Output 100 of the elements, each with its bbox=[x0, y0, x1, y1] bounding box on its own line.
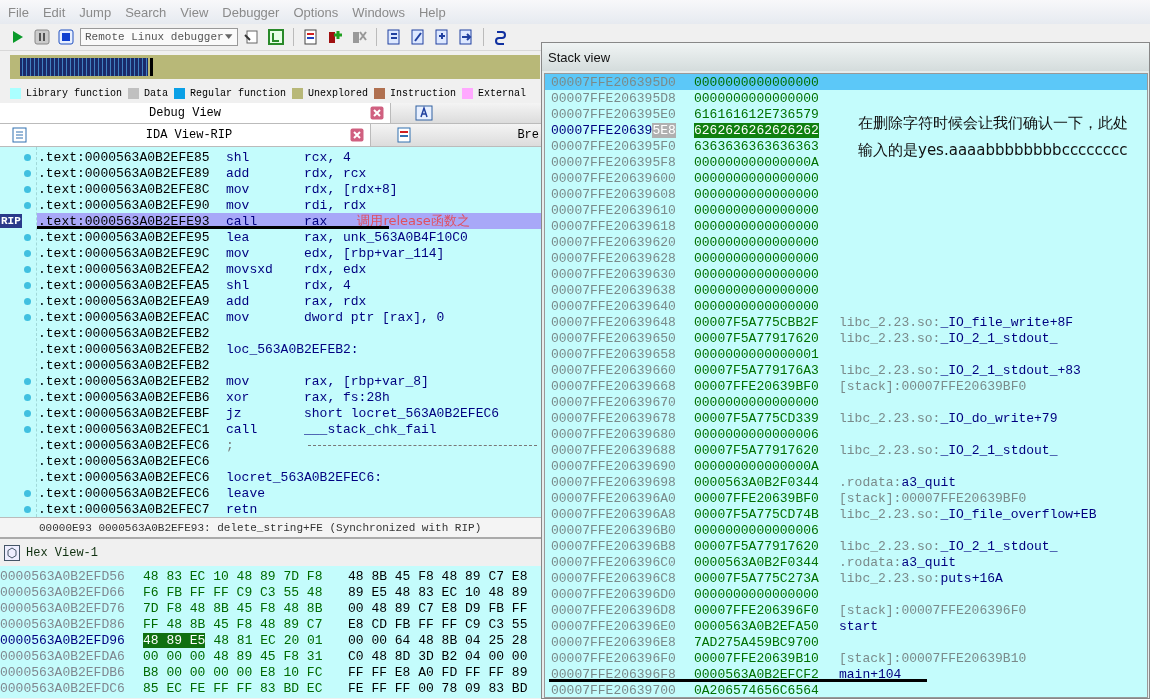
stack-row[interactable]: 00007FFE206396A0 00007FFE20639BF0 [stack]:00007FFE20639BF0 bbox=[545, 490, 1027, 506]
code-line[interactable]: .text:0000563A0B2EFEB2 bbox=[37, 357, 541, 373]
hex-address: 0000563A0B2EFD56 bbox=[0, 568, 126, 584]
stack-row[interactable]: 00007FFE206396E8 7AD275A459BC9700 bbox=[545, 634, 839, 650]
close-icon[interactable] bbox=[370, 106, 384, 120]
hex-address: 0000563A0B2EFD86 bbox=[0, 616, 126, 632]
stack-address: 00007FFE206396C8 bbox=[551, 570, 676, 586]
segment-label: libc_2.23.so: bbox=[839, 362, 941, 378]
stack-row[interactable]: 00007FFE20639618 0000000000000000 bbox=[545, 218, 839, 234]
stack-row[interactable]: 00007FFE206396F0 00007FFE20639B10 [stack]:00007FFE20639B10 bbox=[545, 650, 1027, 666]
stack-row[interactable]: 00007FFE20639630 0000000000000000 bbox=[545, 266, 839, 282]
breakpoints-tab[interactable]: Bre bbox=[517, 128, 539, 142]
stack-address: 00007FFE20639608 bbox=[551, 186, 676, 202]
code-line[interactable]: .text:0000563A0B2EFEA2 movsxd rdx, edx bbox=[37, 261, 541, 277]
code-line[interactable]: .text:0000563A0B2EFEC6 leave bbox=[37, 485, 541, 501]
stack-value: 00007F5A77917620 bbox=[694, 442, 819, 458]
code-line[interactable]: .text:0000563A0B2EFEC6 locret_563A0B2EFEC6: bbox=[37, 469, 541, 485]
stack-row[interactable]: 00007FFE20639658 0000000000000001 bbox=[545, 346, 839, 362]
stack-row[interactable]: 00007FFE20639650 00007F5A77917620 libc_2.23.so:_IO_2_1_stdout_ bbox=[545, 330, 1058, 346]
legend-label: Unexplored bbox=[308, 87, 369, 99]
stack-address: 00007FFE206396D8 bbox=[551, 602, 676, 618]
stack-address: 00007FFE206396F0 bbox=[551, 650, 676, 666]
stack-value: 0000000000000000 bbox=[694, 394, 819, 410]
stack-value: 0000000000000006 bbox=[694, 426, 819, 442]
list-icon[interactable] bbox=[395, 127, 413, 143]
stack-row[interactable]: 00007FFE20639678 00007F5A775CD339 libc_2.23.so:_IO_do_write+79 bbox=[545, 410, 1058, 426]
code-line[interactable]: .text:0000563A0B2EFEAC mov dword ptr [rax], 0 bbox=[37, 309, 541, 325]
debug-view-tab[interactable]: Debug View bbox=[0, 103, 391, 123]
stack-value: 0000563A0B2F0344 bbox=[694, 554, 819, 570]
stack-row[interactable]: 00007FFE20639700 0A206574656C6564 bbox=[545, 682, 839, 697]
stack-row[interactable]: 00007FFE20639680 0000000000000006 bbox=[545, 426, 839, 442]
stack-row[interactable]: 00007FFE206396B0 0000000000000006 bbox=[545, 522, 839, 538]
stack-row[interactable]: 00007FFE20639648 00007F5A775CBB2F libc_2.23.so:_IO_file_write+8F bbox=[545, 314, 1074, 330]
code-line[interactable]: .text:0000563A0B2EFEC1 call ___stack_chk_fail bbox=[37, 421, 541, 437]
symbol-name: main+104 bbox=[839, 666, 902, 682]
stack-value: 00007FFE206396F0 bbox=[694, 602, 819, 618]
stack-row[interactable]: 00007FFE206396C8 00007F5A775C273A libc_2.23.so:puts+16A bbox=[545, 570, 1003, 586]
rip-marker: RIP bbox=[0, 214, 22, 228]
stop-button[interactable] bbox=[56, 27, 76, 47]
code-line[interactable]: .text:0000563A0B2EFE89 add rdx, rcx bbox=[37, 165, 541, 181]
stack-row[interactable]: 00007FFE20639660 00007F5A779176A3 libc_2.23.so:_IO_2_1_stdout_+83 bbox=[545, 362, 1081, 378]
stack-row[interactable]: 00007FFE20639610 0000000000000000 bbox=[545, 202, 839, 218]
code-line[interactable]: .text:0000563A0B2EFEB2 loc_563A0B2EFEB2: bbox=[37, 341, 541, 357]
segment-label: .rodata: bbox=[839, 554, 902, 570]
stack-row[interactable]: 00007FFE20639668 00007FFE20639BF0 [stack]:00007FFE20639BF0 bbox=[545, 378, 1027, 394]
code-line[interactable]: .text:0000563A0B2EFE8C mov rdx, [rdx+8] bbox=[37, 181, 541, 197]
stack-row[interactable]: 00007FFE206396B8 00007F5A77917620 libc_2.23.so:_IO_2_1_stdout_ bbox=[545, 538, 1058, 554]
stack-value: 0000000000000000 bbox=[694, 250, 819, 266]
legend-label: External bbox=[478, 87, 527, 99]
debugger-select[interactable]: Remote Linux debugger bbox=[80, 28, 238, 46]
stack-row[interactable]: 00007FFE20639600 0000000000000000 bbox=[545, 170, 839, 186]
stack-value: 0000000000000006 bbox=[694, 522, 819, 538]
code-line[interactable]: .text:0000563A0B2EFE85 shl rcx, 4 bbox=[37, 149, 541, 165]
stack-row[interactable]: 00007FFE206396A8 00007F5A775CD74B libc_2.23.so:_IO_file_overflow+EB bbox=[545, 506, 1097, 522]
code-line[interactable]: .text:0000563A0B2EFEBF jz short locret_563A0B2EFEC6 bbox=[37, 405, 541, 421]
stack-value: 00007FFE20639B10 bbox=[694, 650, 819, 666]
stack-row[interactable]: 00007FFE20639620 0000000000000000 bbox=[545, 234, 839, 250]
code-line[interactable]: .text:0000563A0B2EFE95 lea rax, unk_563A0B4F10C0 bbox=[37, 229, 541, 245]
stack-address: 00007FFE20639630 bbox=[551, 266, 676, 282]
stack-row[interactable]: 00007FFE20639670 0000000000000000 bbox=[545, 394, 839, 410]
code-line[interactable]: .text:0000563A0B2EFEA5 shl rdx, 4 bbox=[37, 277, 541, 293]
code-line[interactable]: .text:0000563A0B2EFE9C mov edx, [rbp+var_114] bbox=[37, 245, 541, 261]
code-line[interactable]: .text:0000563A0B2EFEC6 bbox=[37, 453, 541, 469]
stack-row[interactable]: 00007FFE206395F0 6363636363636363 bbox=[545, 138, 839, 154]
hex-view-title[interactable]: Hex View-1 bbox=[26, 545, 98, 560]
navigation-band[interactable] bbox=[10, 55, 540, 79]
stack-value: 00007F5A775CBB2F bbox=[694, 314, 819, 330]
code-line[interactable]: .text:0000563A0B2EFEC6 ; bbox=[37, 437, 541, 453]
stack-row[interactable]: 00007FFE206396C0 0000563A0B2F0344 .rodata:a3_quit bbox=[545, 554, 957, 570]
stack-value: 0000000000000000 bbox=[694, 586, 819, 602]
pause-button[interactable] bbox=[32, 27, 52, 47]
stack-row[interactable]: 00007FFE20639628 0000000000000000 bbox=[545, 250, 839, 266]
letter-icon[interactable] bbox=[415, 105, 433, 121]
stack-row[interactable]: 00007FFE206396D0 0000000000000000 bbox=[545, 586, 839, 602]
stack-row[interactable]: 00007FFE20639698 0000563A0B2F0344 .rodata:a3_quit bbox=[545, 474, 957, 490]
code-line[interactable]: .text:0000563A0B2EFEC7 retn bbox=[37, 501, 541, 517]
stack-row[interactable]: 00007FFE206395D8 0000000000000000 bbox=[545, 90, 839, 106]
segment-label: libc_2.23.so: bbox=[839, 442, 941, 458]
code-line[interactable]: .text:0000563A0B2EFEB6 xor rax, fs:28h bbox=[37, 389, 541, 405]
legend-label: Library function bbox=[26, 87, 122, 99]
stack-row[interactable]: 00007FFE20639688 00007F5A77917620 libc_2.23.so:_IO_2_1_stdout_ bbox=[545, 442, 1058, 458]
stack-row[interactable]: 00007FFE206395F8 000000000000000A bbox=[545, 154, 839, 170]
stack-address: 00007FFE20639620 bbox=[551, 234, 676, 250]
stack-row[interactable]: 00007FFE206396E0 0000563A0B2EFA50 start bbox=[545, 618, 878, 634]
stack-row[interactable]: 00007FFE20639690 000000000000000A bbox=[545, 458, 839, 474]
close-icon[interactable] bbox=[350, 128, 364, 142]
code-line[interactable]: .text:0000563A0B2EFEA9 add rax, rdx bbox=[37, 293, 541, 309]
stack-row[interactable]: 00007FFE20639608 0000000000000000 bbox=[545, 186, 839, 202]
stack-row[interactable]: 00007FFE206395E0 616161612E736579 bbox=[545, 106, 839, 122]
stack-row[interactable]: 00007FFE206395E8 6262626262626262 bbox=[545, 122, 839, 138]
stack-address: 00007FFE206396E0 bbox=[551, 618, 676, 634]
stack-value: 00007F5A775C273A bbox=[694, 570, 819, 586]
code-line[interactable]: .text:0000563A0B2EFEB2 bbox=[37, 325, 541, 341]
stack-row[interactable]: 00007FFE20639638 0000000000000000 bbox=[545, 282, 839, 298]
ida-view-tab[interactable]: IDA View-RIP bbox=[0, 124, 371, 146]
code-line[interactable]: .text:0000563A0B2EFE90 mov rdi, rdx bbox=[37, 197, 541, 213]
code-line[interactable]: .text:0000563A0B2EFEB2 mov rax, [rbp+var_8] bbox=[37, 373, 541, 389]
stack-row[interactable]: 00007FFE206396D8 00007FFE206396F0 [stack]:00007FFE206396F0 bbox=[545, 602, 1027, 618]
stack-row[interactable]: 00007FFE206396F8 0000563A0B2EFCF2 main+104 bbox=[545, 666, 1147, 682]
stack-row[interactable]: 00007FFE20639640 0000000000000000 bbox=[545, 298, 839, 314]
